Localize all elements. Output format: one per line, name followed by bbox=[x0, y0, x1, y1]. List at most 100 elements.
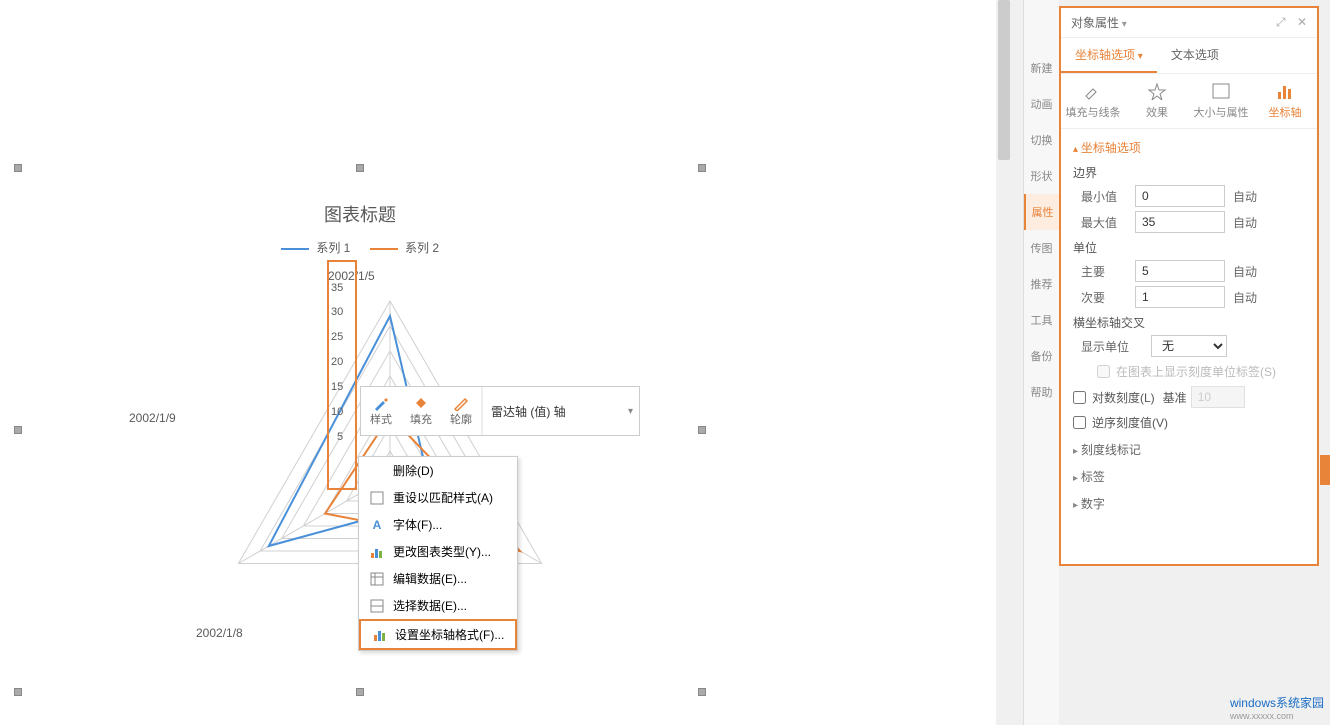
select-data-icon bbox=[369, 598, 385, 614]
category-label-2[interactable]: 2002/1/9 bbox=[129, 411, 176, 425]
menu-edit-data[interactable]: 编辑数据(E)... bbox=[359, 565, 517, 592]
fill-line-icon bbox=[1083, 82, 1103, 100]
panel-title[interactable]: 对象属性 bbox=[1071, 14, 1127, 31]
auto-label[interactable]: 自动 bbox=[1233, 263, 1257, 280]
menu-change-chart-type[interactable]: 更改图表类型(Y)... bbox=[359, 538, 517, 565]
menu-reset-style[interactable]: 重设以匹配样式(A) bbox=[359, 484, 517, 511]
section-tick-marks[interactable]: 刻度线标记 bbox=[1073, 441, 1305, 458]
sidebar-help[interactable]: 帮助 bbox=[1024, 374, 1060, 410]
max-label: 最大值 bbox=[1081, 214, 1135, 231]
major-label: 主要 bbox=[1081, 263, 1135, 280]
display-unit-label: 显示单位 bbox=[1081, 338, 1151, 355]
minor-unit-input[interactable] bbox=[1135, 286, 1225, 308]
sidebar-gallery[interactable]: 传图 bbox=[1024, 230, 1060, 266]
reverse-order-label: 逆序刻度值(V) bbox=[1092, 414, 1168, 431]
scrollbar-thumb[interactable] bbox=[998, 0, 1010, 160]
panel-icon-tabs: 填充与线条 效果 大小与属性 坐标轴 bbox=[1061, 74, 1317, 129]
chart-title[interactable]: 图表标题 bbox=[21, 171, 699, 227]
menu-select-data[interactable]: 选择数据(E)... bbox=[359, 592, 517, 619]
properties-panel: 对象属性 ⤢ ✕ 坐标轴选项 文本选项 填充与线条 效果 大小与属性 坐标轴 坐… bbox=[1059, 6, 1319, 566]
axis-tick-25: 25 bbox=[331, 331, 343, 343]
reset-icon bbox=[369, 490, 385, 506]
pin-icon[interactable]: ⤢ bbox=[1276, 15, 1286, 29]
auto-label[interactable]: 自动 bbox=[1233, 289, 1257, 306]
icon-tab-fill[interactable]: 填充与线条 bbox=[1061, 82, 1125, 120]
format-axis-icon bbox=[371, 627, 387, 643]
sidebar-switch[interactable]: 切换 bbox=[1024, 122, 1060, 158]
log-scale-label: 对数刻度(L) bbox=[1092, 389, 1155, 406]
brush-icon bbox=[373, 395, 389, 411]
axis-tick-10: 10 bbox=[331, 406, 343, 418]
axis-icon bbox=[1275, 82, 1295, 100]
icon-tab-effects[interactable]: 效果 bbox=[1125, 82, 1189, 120]
vertical-scrollbar[interactable] bbox=[996, 0, 1012, 725]
tab-axis-options[interactable]: 坐标轴选项 bbox=[1061, 38, 1157, 73]
font-icon: A bbox=[369, 517, 385, 533]
category-label-3[interactable]: 2002/1/8 bbox=[196, 626, 243, 640]
legend-item-1[interactable]: 系列 1 bbox=[281, 239, 350, 256]
side-toolbar: 新建 动画 切换 形状 属性 传图 推荐 工具 备份 帮助 bbox=[1023, 0, 1059, 725]
menu-font[interactable]: A 字体(F)... bbox=[359, 511, 517, 538]
sidebar-tools[interactable]: 工具 bbox=[1024, 302, 1060, 338]
bounds-label: 边界 bbox=[1073, 164, 1305, 181]
outline-button[interactable]: 轮廓 bbox=[441, 387, 481, 435]
sidebar-shape[interactable]: 形状 bbox=[1024, 158, 1060, 194]
major-unit-input[interactable] bbox=[1135, 260, 1225, 282]
sidebar-recommend[interactable]: 推荐 bbox=[1024, 266, 1060, 302]
chart-type-icon bbox=[369, 544, 385, 560]
icon-tab-size[interactable]: 大小与属性 bbox=[1189, 82, 1253, 120]
style-button[interactable]: 样式 bbox=[361, 387, 401, 435]
axis-tick-30: 30 bbox=[331, 306, 343, 318]
edit-data-icon bbox=[369, 571, 385, 587]
bucket-icon bbox=[413, 395, 429, 411]
log-scale-checkbox[interactable] bbox=[1073, 391, 1086, 404]
base-label: 基准 bbox=[1163, 389, 1187, 406]
show-unit-label-text: 在图表上显示刻度单位标签(S) bbox=[1116, 363, 1276, 380]
axis-tick-5: 5 bbox=[337, 431, 343, 443]
cross-label: 横坐标轴交叉 bbox=[1073, 314, 1305, 331]
axis-selector-dropdown[interactable]: 雷达轴 (值) 轴 bbox=[482, 387, 639, 435]
pen-icon bbox=[453, 395, 469, 411]
min-value-input[interactable] bbox=[1135, 185, 1225, 207]
size-icon bbox=[1211, 82, 1231, 100]
max-value-input[interactable] bbox=[1135, 211, 1225, 233]
blank-icon bbox=[369, 463, 385, 479]
effects-icon bbox=[1147, 82, 1167, 100]
legend-marker-1 bbox=[281, 248, 309, 250]
chart-legend[interactable]: 系列 1 系列 2 bbox=[21, 227, 699, 256]
panel-header: 对象属性 ⤢ ✕ bbox=[1061, 8, 1317, 38]
category-label-1[interactable]: 2002/1/5 bbox=[328, 269, 375, 283]
sidebar-backup[interactable]: 备份 bbox=[1024, 338, 1060, 374]
menu-delete[interactable]: 删除(D) bbox=[359, 457, 517, 484]
reverse-order-checkbox[interactable] bbox=[1073, 416, 1086, 429]
canvas-area: 图表标题 系列 1 系列 2 bbox=[0, 0, 1012, 725]
axis-tick-35: 35 bbox=[331, 282, 343, 294]
sidebar-animation[interactable]: 动画 bbox=[1024, 86, 1060, 122]
section-labels[interactable]: 标签 bbox=[1073, 468, 1305, 485]
sidebar-new[interactable]: 新建 bbox=[1024, 50, 1060, 86]
menu-format-axis[interactable]: 设置坐标轴格式(F)... bbox=[359, 619, 517, 650]
mini-toolbar: 样式 填充 轮廓 雷达轴 (值) 轴 bbox=[360, 386, 640, 436]
axis-tick-20: 20 bbox=[331, 356, 343, 368]
section-number[interactable]: 数字 bbox=[1073, 495, 1305, 512]
panel-main-tabs: 坐标轴选项 文本选项 bbox=[1061, 38, 1317, 74]
unit-label: 单位 bbox=[1073, 239, 1305, 256]
auto-label[interactable]: 自动 bbox=[1233, 188, 1257, 205]
side-flag[interactable] bbox=[1320, 455, 1330, 485]
icon-tab-axis[interactable]: 坐标轴 bbox=[1253, 82, 1317, 120]
close-icon[interactable]: ✕ bbox=[1297, 15, 1307, 29]
show-unit-label-checkbox bbox=[1097, 365, 1110, 378]
tab-text-options[interactable]: 文本选项 bbox=[1157, 38, 1233, 73]
legend-item-2[interactable]: 系列 2 bbox=[370, 239, 439, 256]
auto-label[interactable]: 自动 bbox=[1233, 214, 1257, 231]
sidebar-properties[interactable]: 属性 bbox=[1024, 194, 1060, 230]
min-label: 最小值 bbox=[1081, 188, 1135, 205]
legend-marker-2 bbox=[370, 248, 398, 250]
panel-body: 坐标轴选项 边界 最小值 自动 最大值 自动 单位 主要 自动 次要 自动 横坐… bbox=[1061, 129, 1317, 522]
fill-button[interactable]: 填充 bbox=[401, 387, 441, 435]
context-menu: 删除(D) 重设以匹配样式(A) A 字体(F)... 更改图表类型(Y)...… bbox=[358, 456, 518, 651]
section-axis-options[interactable]: 坐标轴选项 bbox=[1073, 139, 1305, 156]
watermark: windows系统家园 www.xxxxx.com bbox=[1230, 694, 1324, 721]
minor-label: 次要 bbox=[1081, 289, 1135, 306]
display-unit-select[interactable]: 无 bbox=[1151, 335, 1227, 357]
